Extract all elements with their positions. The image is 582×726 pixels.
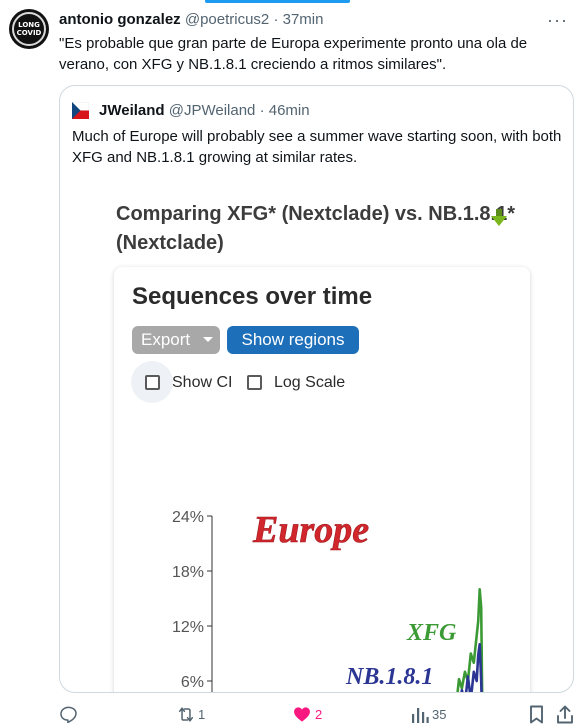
czech-flag-icon [72, 102, 89, 119]
quote-separator: · [259, 102, 265, 119]
author-handle[interactable]: @poetricus2 [185, 11, 269, 28]
quote-time: 46min [268, 102, 310, 119]
more-options-icon[interactable]: ··· [547, 10, 568, 31]
header-separator: · [273, 11, 279, 28]
views-icon[interactable] [411, 706, 429, 723]
sequences-chart: 0%6%12%18%24% 2024-11-212025-02-152025-0… [172, 509, 484, 692]
share-icon[interactable] [556, 705, 574, 724]
tab-indicator [205, 0, 350, 3]
reply-icon[interactable] [59, 705, 78, 724]
quote-header: JWeiland @JPWeiland · 46min [99, 102, 310, 120]
y-axis: 0%6%12%18%24% [172, 509, 213, 692]
sequences-panel: Sequences over time Export Show regions … [114, 267, 530, 692]
views-count: 35 [432, 707, 447, 722]
avatar[interactable]: LONG COVID [9, 9, 49, 49]
avatar-text-line1: LONG [18, 21, 40, 29]
y-tick-label: 12% [172, 619, 204, 636]
download-arrow-icon [491, 209, 507, 226]
retweet-icon[interactable] [176, 705, 196, 724]
quote-author-name: JWeiland [99, 102, 165, 119]
quoted-tweet-card[interactable]: JWeiland @JPWeiland · 46min Much of Euro… [59, 85, 574, 693]
region-annotation: Europe [252, 509, 369, 551]
author-name[interactable]: antonio gonzalez [59, 11, 181, 28]
tweet-time[interactable]: 37min [283, 11, 324, 28]
heart-icon[interactable] [292, 705, 312, 724]
tweet-header: antonio gonzalez @poetricus2 · 37min [59, 11, 323, 29]
tweet-text: "Es probable que gran parte de Europa ex… [59, 35, 528, 73]
y-tick-label: 18% [172, 564, 204, 581]
label-layer: Europe XFG NB.1.8.1 [252, 509, 457, 690]
y-tick-label: 6% [181, 674, 204, 691]
retweet-count: 1 [198, 707, 206, 722]
series-label-nb181: NB.1.8.1 [345, 664, 433, 690]
quote-text: Much of Europe will probably see a summe… [72, 128, 562, 166]
like-count: 2 [315, 707, 323, 722]
avatar-text-line2: COVID [16, 29, 42, 37]
quote-author-handle: @JPWeiland [168, 102, 256, 119]
y-tick-label: 24% [172, 509, 204, 526]
bookmark-icon[interactable] [529, 705, 544, 724]
series-label-xfg: XFG [406, 620, 457, 646]
